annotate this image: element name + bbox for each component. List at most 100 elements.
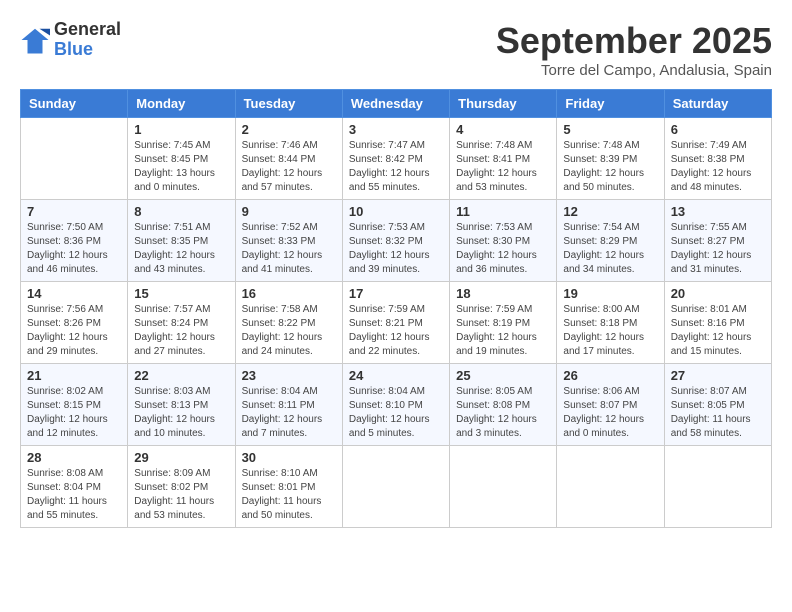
day-number: 27 [671,368,765,383]
calendar-cell: 30 Sunrise: 8:10 AM Sunset: 8:01 PM Dayli… [235,446,342,528]
calendar-cell: 3 Sunrise: 7:47 AM Sunset: 8:42 PM Daylig… [342,118,449,200]
calendar-cell: 27Sunrise: 8:07 AM Sunset: 8:05 PM Dayli… [664,364,771,446]
calendar-cell: 16Sunrise: 7:58 AM Sunset: 8:22 PM Dayli… [235,282,342,364]
day-info: Sunrise: 8:01 AM Sunset: 8:16 PM Dayligh… [671,303,765,359]
day-number: 12 [563,204,657,219]
calendar-cell: 19 Sunrise: 8:00 AM Sunset: 8:18 PM Dayli… [557,282,664,364]
day-number: 4 [456,122,550,137]
day-info: Sunrise: 7:52 AM Sunset: 8:33 PM Dayligh… [242,221,336,277]
calendar-cell: 23 Sunrise: 8:04 AM Sunset: 8:11 PM Dayli… [235,364,342,446]
day-info: Sunrise: 8:06 AM Sunset: 8:07 PM Dayligh… [563,385,657,441]
day-info: Sunrise: 7:46 AM Sunset: 8:44 PM Dayligh… [242,139,336,195]
day-number: 30 [242,450,336,465]
logo-text: General Blue [54,20,121,60]
calendar-header-monday: Monday [128,90,235,118]
calendar-header-row: SundayMondayTuesdayWednesdayThursdayFrid… [21,90,772,118]
day-info: Sunrise: 7:59 AM Sunset: 8:21 PM Dayligh… [349,303,443,359]
calendar-cell: 17Sunrise: 7:59 AM Sunset: 8:21 PM Dayli… [342,282,449,364]
day-info: Sunrise: 7:48 AM Sunset: 8:41 PM Dayligh… [456,139,550,195]
day-info: Sunrise: 8:08 AM Sunset: 8:04 PM Dayligh… [27,467,121,523]
day-number: 2 [242,122,336,137]
calendar-cell: 25Sunrise: 8:05 AM Sunset: 8:08 PM Dayli… [450,364,557,446]
day-number: 11 [456,204,550,219]
day-info: Sunrise: 7:47 AM Sunset: 8:42 PM Dayligh… [349,139,443,195]
day-number: 14 [27,286,121,301]
day-number: 13 [671,204,765,219]
calendar-header-sunday: Sunday [21,90,128,118]
day-info: Sunrise: 7:59 AM Sunset: 8:19 PM Dayligh… [456,303,550,359]
day-info: Sunrise: 7:53 AM Sunset: 8:30 PM Dayligh… [456,221,550,277]
calendar-cell [664,446,771,528]
calendar-cell: 5 Sunrise: 7:48 AM Sunset: 8:39 PM Daylig… [557,118,664,200]
day-number: 3 [349,122,443,137]
calendar-cell: 20Sunrise: 8:01 AM Sunset: 8:16 PM Dayli… [664,282,771,364]
day-info: Sunrise: 8:04 AM Sunset: 8:10 PM Dayligh… [349,385,443,441]
day-info: Sunrise: 7:53 AM Sunset: 8:32 PM Dayligh… [349,221,443,277]
location: Torre del Campo, Andalusia, Spain [496,62,772,79]
calendar-cell: 29Sunrise: 8:09 AM Sunset: 8:02 PM Dayli… [128,446,235,528]
calendar-week-row: 28 Sunrise: 8:08 AM Sunset: 8:04 PM Dayli… [21,446,772,528]
calendar-cell: 1 Sunrise: 7:45 AM Sunset: 8:45 PM Daylig… [128,118,235,200]
calendar-cell: 11 Sunrise: 7:53 AM Sunset: 8:30 PM Dayli… [450,200,557,282]
day-info: Sunrise: 8:00 AM Sunset: 8:18 PM Dayligh… [563,303,657,359]
calendar-cell: 9Sunrise: 7:52 AM Sunset: 8:33 PM Daylig… [235,200,342,282]
calendar-cell [557,446,664,528]
day-info: Sunrise: 7:56 AM Sunset: 8:26 PM Dayligh… [27,303,121,359]
title-section: September 2025 Torre del Campo, Andalusi… [496,20,772,79]
calendar-week-row: 7Sunrise: 7:50 AM Sunset: 8:36 PM Daylig… [21,200,772,282]
calendar-cell: 13Sunrise: 7:55 AM Sunset: 8:27 PM Dayli… [664,200,771,282]
calendar-cell: 24 Sunrise: 8:04 AM Sunset: 8:10 PM Dayli… [342,364,449,446]
day-number: 19 [563,286,657,301]
calendar-cell: 12 Sunrise: 7:54 AM Sunset: 8:29 PM Dayli… [557,200,664,282]
day-info: Sunrise: 8:10 AM Sunset: 8:01 PM Dayligh… [242,467,336,523]
day-number: 21 [27,368,121,383]
day-info: Sunrise: 7:54 AM Sunset: 8:29 PM Dayligh… [563,221,657,277]
calendar-header-saturday: Saturday [664,90,771,118]
day-info: Sunrise: 8:02 AM Sunset: 8:15 PM Dayligh… [27,385,121,441]
calendar-cell: 2 Sunrise: 7:46 AM Sunset: 8:44 PM Daylig… [235,118,342,200]
day-number: 24 [349,368,443,383]
page-header: General Blue September 2025 Torre del Ca… [20,20,772,79]
calendar-cell [342,446,449,528]
calendar-cell: 15Sunrise: 7:57 AM Sunset: 8:24 PM Dayli… [128,282,235,364]
day-info: Sunrise: 7:58 AM Sunset: 8:22 PM Dayligh… [242,303,336,359]
calendar-week-row: 21 Sunrise: 8:02 AM Sunset: 8:15 PM Dayli… [21,364,772,446]
day-number: 18 [456,286,550,301]
calendar-cell: 8 Sunrise: 7:51 AM Sunset: 8:35 PM Daylig… [128,200,235,282]
logo-general: General [54,20,121,40]
day-info: Sunrise: 7:49 AM Sunset: 8:38 PM Dayligh… [671,139,765,195]
day-info: Sunrise: 7:45 AM Sunset: 8:45 PM Dayligh… [134,139,228,195]
calendar-cell: 7Sunrise: 7:50 AM Sunset: 8:36 PM Daylig… [21,200,128,282]
calendar-cell: 6Sunrise: 7:49 AM Sunset: 8:38 PM Daylig… [664,118,771,200]
calendar-cell: 22 Sunrise: 8:03 AM Sunset: 8:13 PM Dayli… [128,364,235,446]
calendar-cell: 28 Sunrise: 8:08 AM Sunset: 8:04 PM Dayli… [21,446,128,528]
calendar-cell: 26 Sunrise: 8:06 AM Sunset: 8:07 PM Dayli… [557,364,664,446]
calendar-cell [21,118,128,200]
day-info: Sunrise: 7:51 AM Sunset: 8:35 PM Dayligh… [134,221,228,277]
calendar-cell: 4 Sunrise: 7:48 AM Sunset: 8:41 PM Daylig… [450,118,557,200]
day-number: 8 [134,204,228,219]
calendar-header-friday: Friday [557,90,664,118]
day-number: 23 [242,368,336,383]
calendar-table: SundayMondayTuesdayWednesdayThursdayFrid… [20,89,772,528]
day-number: 15 [134,286,228,301]
day-number: 10 [349,204,443,219]
logo: General Blue [20,20,121,60]
calendar-cell: 21 Sunrise: 8:02 AM Sunset: 8:15 PM Dayli… [21,364,128,446]
day-number: 28 [27,450,121,465]
calendar-header-thursday: Thursday [450,90,557,118]
month-title: September 2025 [496,20,772,62]
day-number: 5 [563,122,657,137]
day-info: Sunrise: 7:48 AM Sunset: 8:39 PM Dayligh… [563,139,657,195]
day-info: Sunrise: 8:03 AM Sunset: 8:13 PM Dayligh… [134,385,228,441]
day-number: 1 [134,122,228,137]
calendar-week-row: 14 Sunrise: 7:56 AM Sunset: 8:26 PM Dayli… [21,282,772,364]
day-info: Sunrise: 8:04 AM Sunset: 8:11 PM Dayligh… [242,385,336,441]
day-info: Sunrise: 7:50 AM Sunset: 8:36 PM Dayligh… [27,221,121,277]
calendar-cell: 14 Sunrise: 7:56 AM Sunset: 8:26 PM Dayli… [21,282,128,364]
day-info: Sunrise: 8:05 AM Sunset: 8:08 PM Dayligh… [456,385,550,441]
calendar-week-row: 1 Sunrise: 7:45 AM Sunset: 8:45 PM Daylig… [21,118,772,200]
day-number: 29 [134,450,228,465]
day-number: 26 [563,368,657,383]
day-number: 22 [134,368,228,383]
